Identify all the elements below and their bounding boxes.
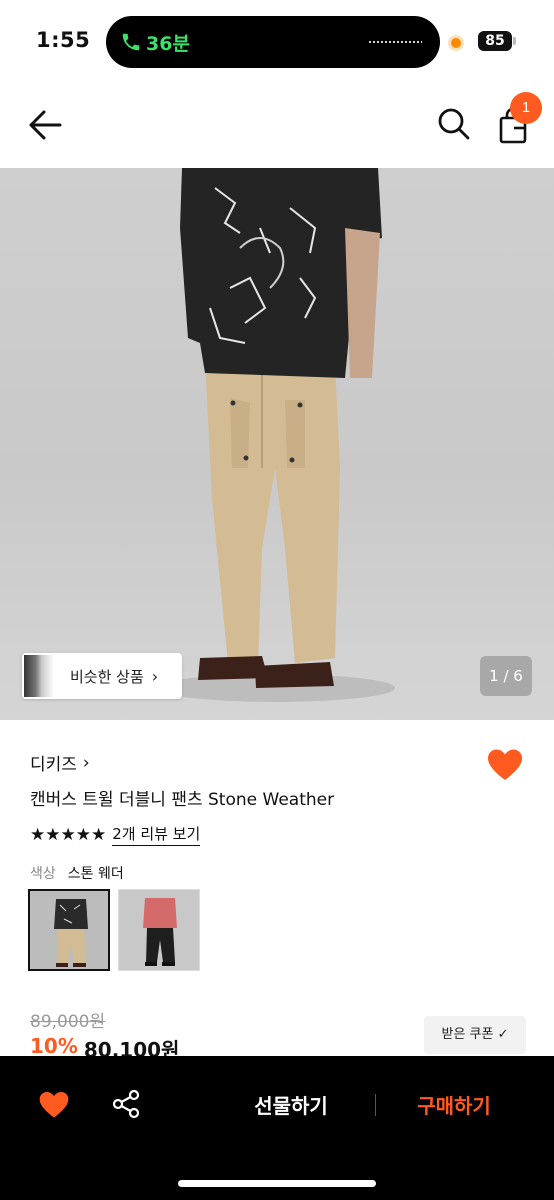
chevron-right-icon: › [151,666,159,686]
product-image-gallery[interactable]: 비슷한 상품 › 1 / 6 [0,168,554,720]
battery-indicator: 85 [478,31,512,51]
swatch-photo [30,891,108,969]
share-icon [112,1089,140,1119]
similar-product-thumbnail [24,655,54,697]
mic-indicator-icon [448,35,464,51]
share-button[interactable] [110,1088,142,1120]
status-time: 1:55 [36,28,91,52]
product-photo [155,168,395,702]
dynamic-island[interactable]: 36분 [106,16,440,68]
wishlist-button[interactable] [486,748,524,782]
top-nav [0,82,554,168]
received-coupon-button[interactable]: 받은 쿠폰 ✓ [424,1016,526,1054]
cart-count-badge: 1 [510,92,542,124]
search-button[interactable] [436,106,472,142]
back-button[interactable] [26,108,64,142]
status-bar: 1:55 36분 85 [0,0,554,82]
audio-wave-icon [368,40,422,44]
battery-tip [513,37,516,45]
color-swatch-black[interactable] [118,889,200,971]
call-duration: 36분 [146,32,190,55]
original-price: 89,000원 [30,1012,106,1032]
image-page-counter: 1 / 6 [480,656,532,696]
color-label: 색상 [30,866,56,882]
brand-link[interactable]: 디키즈 › [30,750,90,776]
heart-icon [488,749,522,780]
heart-icon [39,1091,69,1118]
swatch-photo [119,890,199,970]
divider [375,1094,376,1116]
arrow-left-icon [29,110,62,140]
color-row: 색상 스톤 웨더 [30,863,124,883]
rating-stars-icon: ★★★★★ [30,824,107,845]
bottom-action-bar: 선물하기 구매하기 [0,1056,554,1200]
buy-button[interactable]: 구매하기 [394,1090,514,1120]
rating-row: ★★★★★ 2개 리뷰 보기 [30,823,201,846]
chevron-right-icon: › [82,752,90,773]
search-icon [438,108,470,140]
brand-name: 디키즈 [30,755,77,775]
call-indicator: 36분 [120,28,190,56]
phone-icon [122,33,140,51]
bottom-wishlist-button[interactable] [38,1090,70,1120]
similar-products-label: 비슷한 상품 [70,667,144,686]
product-title: 캔버스 트윌 더블니 팬츠 Stone Weather [30,790,335,810]
color-swatch-stone-weather[interactable] [28,889,110,971]
home-indicator[interactable] [178,1180,376,1187]
similar-products-button[interactable]: 비슷한 상품 › [22,653,182,699]
gift-button[interactable]: 선물하기 [226,1090,356,1120]
color-value: 스톤 웨더 [67,866,124,882]
review-link[interactable]: 2개 리뷰 보기 [112,823,201,846]
